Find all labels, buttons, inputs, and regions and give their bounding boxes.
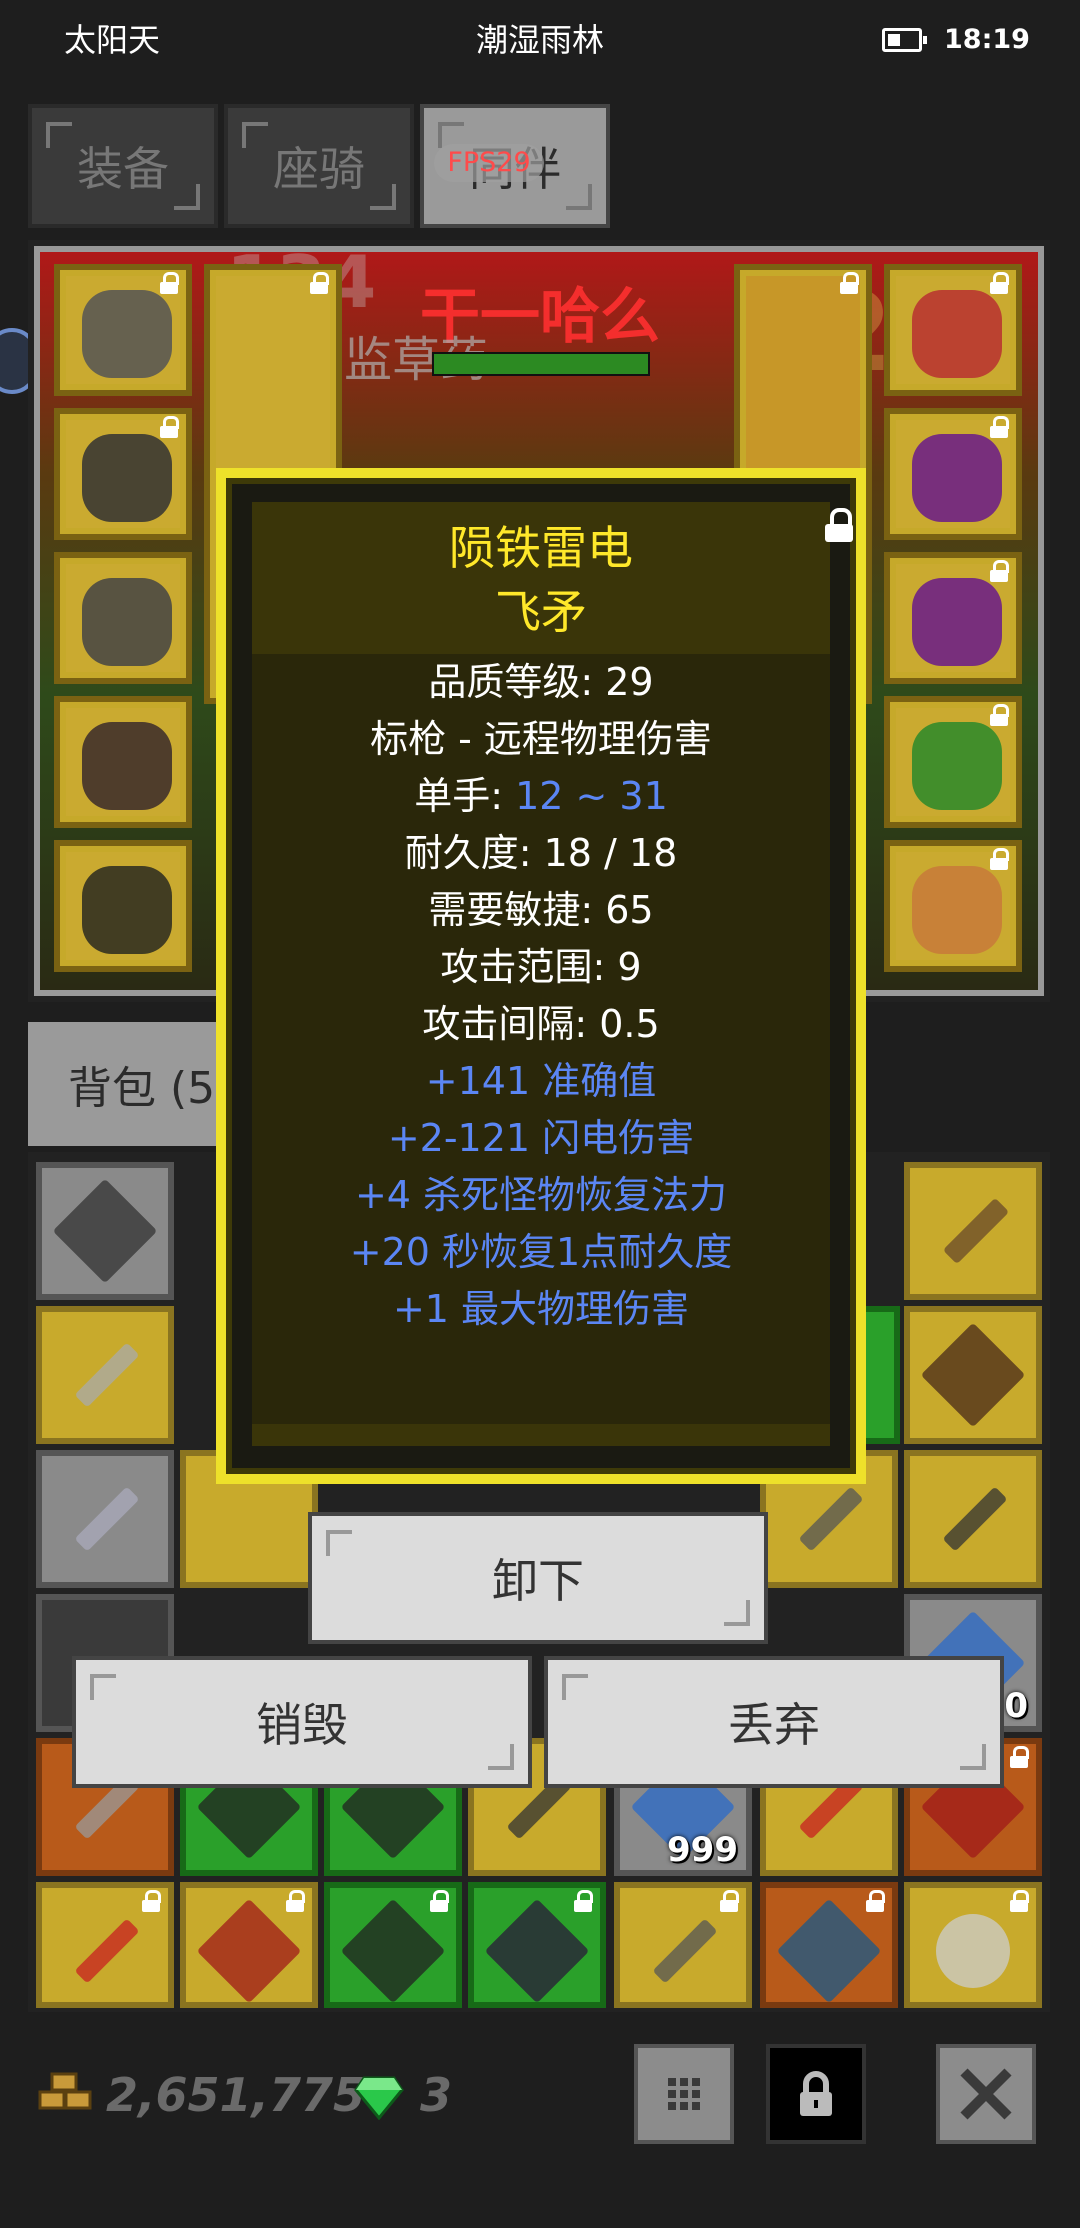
attack-range: 攻击范围: 9 — [440, 945, 642, 989]
bag-slot[interactable] — [180, 1882, 318, 2008]
close-icon — [960, 2068, 1012, 2120]
lock-icon — [988, 272, 1010, 294]
equip-slot-amulet[interactable] — [54, 408, 192, 540]
bag-slot[interactable] — [36, 1882, 174, 2008]
bag-slot[interactable] — [324, 1882, 462, 2008]
clock: 18:19 — [944, 24, 1030, 55]
destroy-label: 销毁 — [256, 1698, 348, 1752]
bonus-line: +141 准确值 — [425, 1059, 657, 1103]
bag-slot[interactable] — [36, 1306, 174, 1444]
quality-level: 品质等级: 29 — [428, 660, 654, 704]
item-quantity: 999 — [667, 1830, 738, 1870]
sort-grid-button[interactable] — [634, 2044, 734, 2144]
lock-icon — [988, 704, 1010, 726]
close-button[interactable] — [936, 2044, 1036, 2144]
item-quantity: 0 — [1004, 1686, 1028, 1726]
grid-icon — [668, 2078, 700, 2110]
weapon-class: 标枪 - 远程物理伤害 — [370, 717, 712, 761]
equip-slot-offhand[interactable] — [884, 840, 1022, 972]
unequip-label: 卸下 — [492, 1554, 584, 1608]
damage-value: 12 ~ 31 — [515, 774, 668, 818]
unequip-button[interactable]: 卸下 — [308, 1512, 768, 1644]
damage-line: 单手: 12 ~ 31 — [232, 768, 850, 825]
gem-amount: 3 — [420, 2068, 453, 2122]
bag-slot[interactable] — [904, 1882, 1042, 2008]
fps-counter: FPS29 — [434, 144, 544, 182]
equip-slot-helmet[interactable] — [54, 264, 192, 396]
lock-icon — [284, 1890, 306, 1912]
durability: 耐久度: 18 / 18 — [404, 831, 678, 875]
destroy-button[interactable]: 销毁 — [72, 1656, 532, 1788]
drop-label: 丢弃 — [728, 1698, 820, 1752]
lock-icon — [140, 1890, 162, 1912]
lock-icon — [864, 1890, 886, 1912]
required-agility: 需要敏捷: 65 — [428, 888, 654, 932]
bag-slot[interactable] — [36, 1450, 174, 1588]
item-type: 飞矛 — [495, 585, 587, 639]
lock-icon — [838, 272, 860, 294]
lock-icon — [158, 272, 180, 294]
drop-button[interactable]: 丢弃 — [544, 1656, 1004, 1788]
lock-icon — [988, 560, 1010, 582]
bag-slot[interactable] — [468, 1882, 606, 2008]
gem-icon — [354, 2076, 404, 2120]
battery-icon — [882, 28, 927, 52]
target-hp-bar — [432, 352, 650, 376]
lock-icon — [1008, 1746, 1030, 1768]
lock-icon — [572, 1890, 594, 1912]
tab-label: 装备 — [77, 142, 169, 196]
lock-icon — [988, 416, 1010, 438]
gold-icon — [38, 2072, 92, 2110]
bonus-line: +20 秒恢复1点耐久度 — [349, 1230, 733, 1274]
gold-amount: 2,651,775 — [106, 2068, 365, 2122]
bag-slot[interactable] — [36, 1162, 174, 1300]
bag-slot[interactable] — [904, 1306, 1042, 1444]
bonus-line: +4 杀死怪物恢复法力 — [354, 1173, 728, 1217]
bonus-line: +2-121 闪电伤害 — [387, 1116, 695, 1160]
attack-interval: 攻击间隔: 0.5 — [422, 1002, 660, 1046]
bag-slot[interactable] — [904, 1450, 1042, 1588]
lock-icon — [308, 272, 330, 294]
tab-mount[interactable]: 座骑 — [224, 104, 414, 228]
bag-slot[interactable] — [760, 1882, 898, 2008]
bag-tab-label: 背包 (5 — [68, 1063, 216, 1114]
equip-slot-boots[interactable] — [884, 696, 1022, 828]
bag-slot[interactable] — [904, 1162, 1042, 1300]
lock-mode-button[interactable] — [766, 2044, 866, 2144]
tab-equipment[interactable]: 装备 — [28, 104, 218, 228]
bag-tab[interactable]: 背包 (5 — [28, 1022, 238, 1146]
tab-label: 座骑 — [273, 142, 365, 196]
damage-label: 单手: — [414, 774, 516, 818]
equip-slot-ring-1[interactable] — [884, 408, 1022, 540]
equip-slot-belt[interactable] — [54, 840, 192, 972]
equip-slot-ring-2[interactable] — [884, 552, 1022, 684]
item-tooltip: 陨铁雷电 飞矛 品质等级: 29 标枪 - 远程物理伤害 单手: 12 ~ 31… — [216, 468, 866, 1484]
lock-icon — [988, 848, 1010, 870]
lock-icon — [718, 1890, 740, 1912]
lock-icon — [158, 416, 180, 438]
bonus-line: +1 最大物理伤害 — [392, 1287, 690, 1331]
bag-slot[interactable] — [614, 1882, 752, 2008]
lock-icon — [428, 1890, 450, 1912]
equip-slot-armor[interactable] — [54, 696, 192, 828]
lock-icon — [1008, 1890, 1030, 1912]
equip-slot-gloves[interactable] — [54, 552, 192, 684]
lock-icon — [800, 2071, 832, 2116]
equip-slot-necklace[interactable] — [884, 264, 1022, 396]
item-name: 陨铁雷电 — [449, 521, 633, 575]
